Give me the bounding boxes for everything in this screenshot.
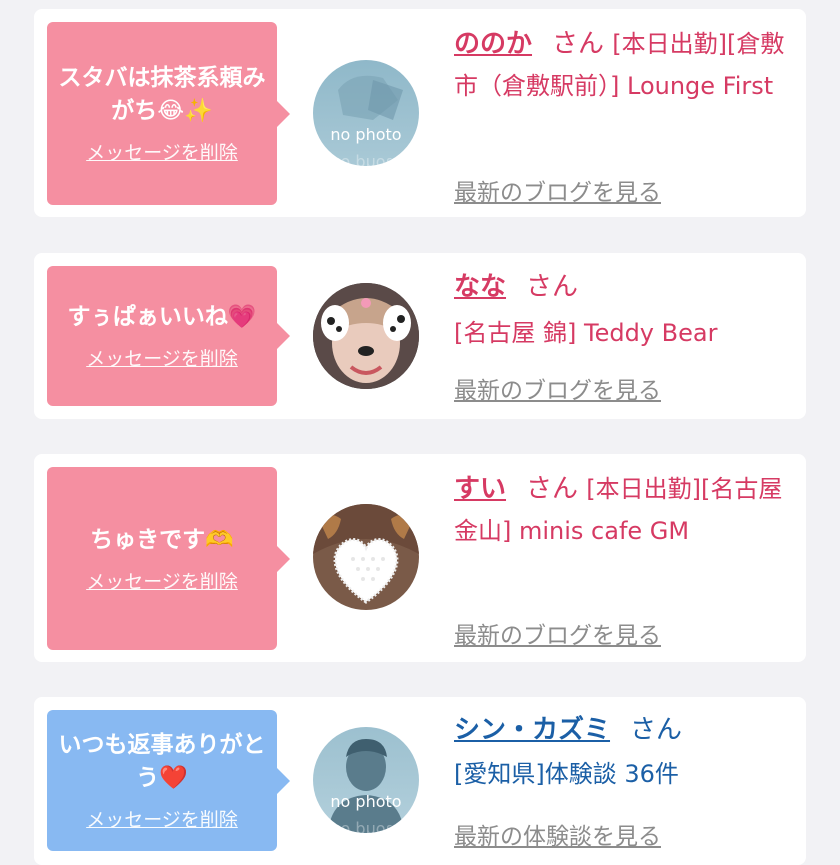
cast-name-line: ののか さん [本日出勤][倉敷市（倉敷駅前）] Lounge First [454,23,794,107]
cast-name-line: シン・カズミ さん [454,709,794,751]
message-bubble: スタバは抹茶系頼みがち😂✨ メッセージを削除 [47,22,290,205]
cast-detail: [名古屋 錦] Teddy Bear [454,319,718,347]
cast-name-link[interactable]: ののか [454,29,532,59]
message-text: スタバは抹茶系頼みがち😂✨ [58,65,266,124]
message-list: スタバは抹茶系頼みがち😂✨ メッセージを削除 no photo no photo [0,0,840,865]
message-bubble: いつも返事ありがとう❤️ メッセージを削除 [47,710,290,851]
message-card: すぅぱぁいいね💗 メッセージを削除 なな さん [名古屋 錦] Teddy Be… [34,253,806,419]
no-photo-male-avatar-icon: no photo no photo [313,727,419,833]
avatar[interactable]: no photo no photo [313,727,419,833]
svg-text:no photo: no photo [330,154,401,166]
avatar[interactable] [313,504,419,610]
avatar-no-photo-text: no photo [330,125,401,144]
cast-name-link[interactable]: なな [454,272,506,302]
delete-message-link[interactable]: メッセージを削除 [86,344,238,371]
avatar[interactable] [313,283,419,389]
honorific: さん [526,474,579,504]
delete-message-link[interactable]: メッセージを削除 [86,567,238,594]
honorific: さん [526,272,579,302]
cast-name-link[interactable]: すい [454,474,506,504]
cast-info: すい さん [本日出勤][名古屋 金山] minis cafe GM [454,468,794,552]
delete-message-link[interactable]: メッセージを削除 [86,805,238,832]
reviewer-detail: [愛知県]体験談 36件 [454,760,679,788]
delete-message-link[interactable]: メッセージを削除 [86,138,238,165]
message-text: ちゅきです🫶 [90,526,234,553]
honorific: さん [630,715,683,745]
message-text: すぅぱぁいいね💗 [67,304,257,330]
message-bubble: ちゅきです🫶 メッセージを削除 [47,467,290,650]
reviewer-name-link[interactable]: シン・カズミ [454,715,610,745]
no-photo-avatar-icon: no photo no photo [313,60,419,166]
honorific: さん [552,29,605,59]
cast-info: シン・カズミ さん [愛知県]体験談 36件 [454,709,794,795]
cast-name-line: なな さん [454,266,794,308]
message-card: いつも返事ありがとう❤️ メッセージを削除 no photo no photo [34,697,806,865]
latest-blog-link[interactable]: 最新のブログを見る [454,173,661,207]
latest-blog-link[interactable]: 最新のブログを見る [454,616,661,650]
cast-info: なな さん [名古屋 錦] Teddy Bear [454,266,794,354]
cast-name-line: すい さん [本日出勤][名古屋 金山] minis cafe GM [454,468,794,552]
avatar-no-photo-text: no photo [330,792,401,811]
avatar[interactable]: no photo no photo [313,60,419,166]
cast-info: ののか さん [本日出勤][倉敷市（倉敷駅前）] Lounge First [454,23,794,107]
profile-photo-icon [313,504,419,610]
message-bubble: すぅぱぁいいね💗 メッセージを削除 [47,266,290,406]
message-card: ちゅきです🫶 メッセージを削除 すい さん [本日出勤][名古屋 金山] mini… [34,454,806,662]
latest-blog-link[interactable]: 最新のブログを見る [454,371,661,405]
latest-review-link[interactable]: 最新の体験談を見る [454,817,661,851]
profile-photo-icon [313,283,419,389]
message-card: スタバは抹茶系頼みがち😂✨ メッセージを削除 no photo no photo [34,9,806,217]
svg-text:no photo: no photo [330,821,401,833]
message-text: いつも返事ありがとう❤️ [58,732,266,791]
